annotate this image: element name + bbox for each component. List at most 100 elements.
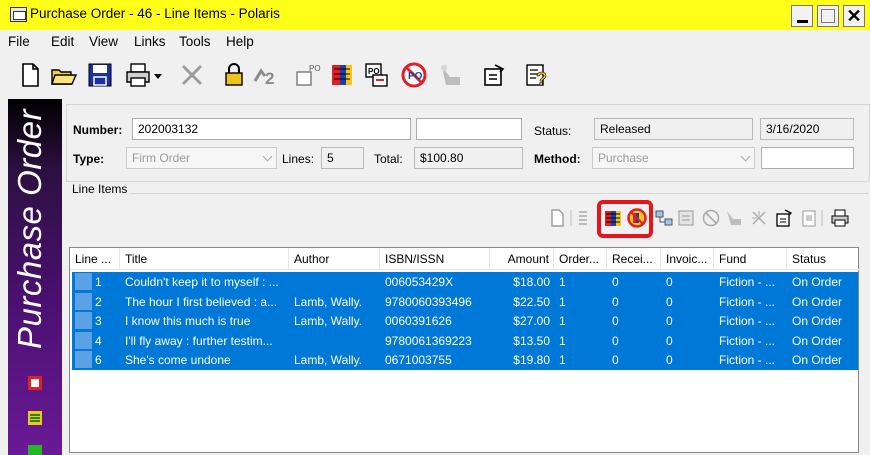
save-icon[interactable] [86,61,114,89]
toolbar-separator [567,208,575,228]
table-row[interactable]: 4 I'll fly away : further testim... 978006… [72,330,858,350]
line-items-caption: Line Items [72,182,131,196]
line-items-table[interactable]: Line ... Title Author ISBN/ISSN Amount O… [69,247,860,453]
attach-line-icon[interactable] [799,208,819,228]
cell-fund: Fiction - ... [719,314,776,328]
cell-author [289,331,380,350]
cancel-icon[interactable]: PO [400,61,428,89]
close-button[interactable]: ✕ [843,5,865,27]
menu-edit[interactable]: Edit [51,34,74,49]
cell-amount: $22.50 [513,294,550,309]
cell-invoiced: 0 [666,314,673,328]
col-amount[interactable]: Amount [490,248,554,270]
record-icon[interactable] [27,375,43,391]
cell-line: 2 [95,294,102,309]
main-toolbar: 2 PO PO PO ? [0,55,870,95]
cell-isbn: 9780061369223 [385,333,472,348]
move-line-icon[interactable] [676,208,696,228]
method-label: Method: [534,152,581,166]
print-line-icon[interactable] [830,208,850,228]
cell-status: On Order [792,294,843,309]
cell-received: 0 [612,353,619,367]
cell-author [289,272,380,291]
cell-amount: $13.50 [513,333,550,348]
cell-line: 6 [95,353,102,367]
new-line-icon[interactable] [547,208,567,228]
route-icon[interactable] [436,61,464,89]
number-field[interactable]: 202003132 [132,118,411,140]
app-icon [10,7,27,22]
number-extra-field[interactable] [416,118,522,140]
svg-text:PO: PO [408,71,423,82]
open-icon[interactable] [50,61,78,89]
col-order[interactable]: Order... [554,248,607,270]
lock-icon[interactable] [220,61,248,89]
col-author[interactable]: Author [289,248,380,270]
table-row[interactable]: 6 She's come undone Lamb, Wally. 0671003755… [72,350,858,370]
cell-author: Lamb, Wally. [294,353,363,367]
cell-title: I know this much is true [125,314,251,328]
print-icon[interactable] [124,61,152,89]
cell-invoiced: 0 [666,275,673,289]
col-invoiced[interactable]: Invoic... [661,248,714,270]
cell-amount: $27.00 [513,314,550,328]
table-row[interactable]: 3 I know this much is true Lamb, Wally. 006… [72,311,858,331]
menu-file[interactable]: File [8,34,30,49]
delete-icon[interactable] [178,61,206,89]
col-status[interactable]: Status [787,248,859,270]
svg-text:PO: PO [309,64,321,73]
col-received[interactable]: Recei... [607,248,661,270]
menu-tools[interactable]: Tools [179,34,211,49]
properties-line-icon[interactable] [774,208,794,228]
header-group [66,104,870,182]
method-extra-field[interactable] [761,147,854,169]
menu-links[interactable]: Links [134,34,166,49]
method-dropdown[interactable]: Purchase [592,147,755,169]
cell-status: On Order [792,275,843,289]
col-fund[interactable]: Fund [714,248,787,270]
cell-received: 0 [612,314,619,328]
col-title[interactable]: Title [120,248,289,270]
type-dropdown[interactable]: Firm Order [126,147,277,169]
line-items-icon[interactable] [27,410,43,426]
po-icon[interactable]: PO [294,61,322,89]
invoice-icon[interactable]: PO [362,61,390,89]
menu-help[interactable]: Help [226,34,254,49]
receive-icon[interactable] [328,61,356,89]
cell-received: 0 [612,333,619,348]
sidebar: Purchase Order [8,99,62,455]
split-line-icon[interactable] [654,208,674,228]
cancel-line-icon[interactable] [701,208,721,228]
notes-icon[interactable] [27,444,43,455]
table-row[interactable]: 1 Couldn't keep it to myself : ... 0060534… [72,272,858,292]
properties-icon[interactable] [480,61,508,89]
minimize-button[interactable] [791,5,813,27]
table-row[interactable]: 2 The hour I first believed : a... Lamb, W… [72,291,858,311]
cell-author: Lamb, Wally. [294,314,363,328]
cell-amount: $19.80 [513,353,550,367]
edit-line-icon[interactable] [576,208,590,228]
menu-view[interactable]: View [89,34,118,49]
assign-icon[interactable]: 2 [252,61,286,89]
cell-author: Lamb, Wally. [294,294,363,309]
route-line-icon[interactable] [724,208,744,228]
type-value: Firm Order [132,151,190,165]
title-bar: Purchase Order - 46 - Line Items - Polar… [0,0,870,30]
help-icon[interactable]: ? [523,61,551,89]
lines-label: Lines: [282,152,315,166]
new-icon[interactable] [16,61,44,89]
tools-line-icon[interactable] [749,208,769,228]
date-field: 3/16/2020 [760,118,854,140]
dropdown-arrow-icon[interactable] [151,61,165,89]
col-isbn[interactable]: ISBN/ISSN [380,248,490,270]
cell-fund: Fiction - ... [719,275,776,289]
col-line[interactable]: Line ... [70,248,120,270]
status-label: Status: [534,124,572,138]
cell-order: 1 [559,353,566,367]
chevron-down-icon [740,151,751,162]
maximize-button[interactable] [817,5,839,27]
application-window: Purchase Order - 46 - Line Items - Polar… [0,0,870,455]
window-title: Purchase Order - 46 - Line Items - Polar… [30,6,280,21]
svg-text:2: 2 [265,69,274,88]
cell-status: On Order [792,353,843,367]
